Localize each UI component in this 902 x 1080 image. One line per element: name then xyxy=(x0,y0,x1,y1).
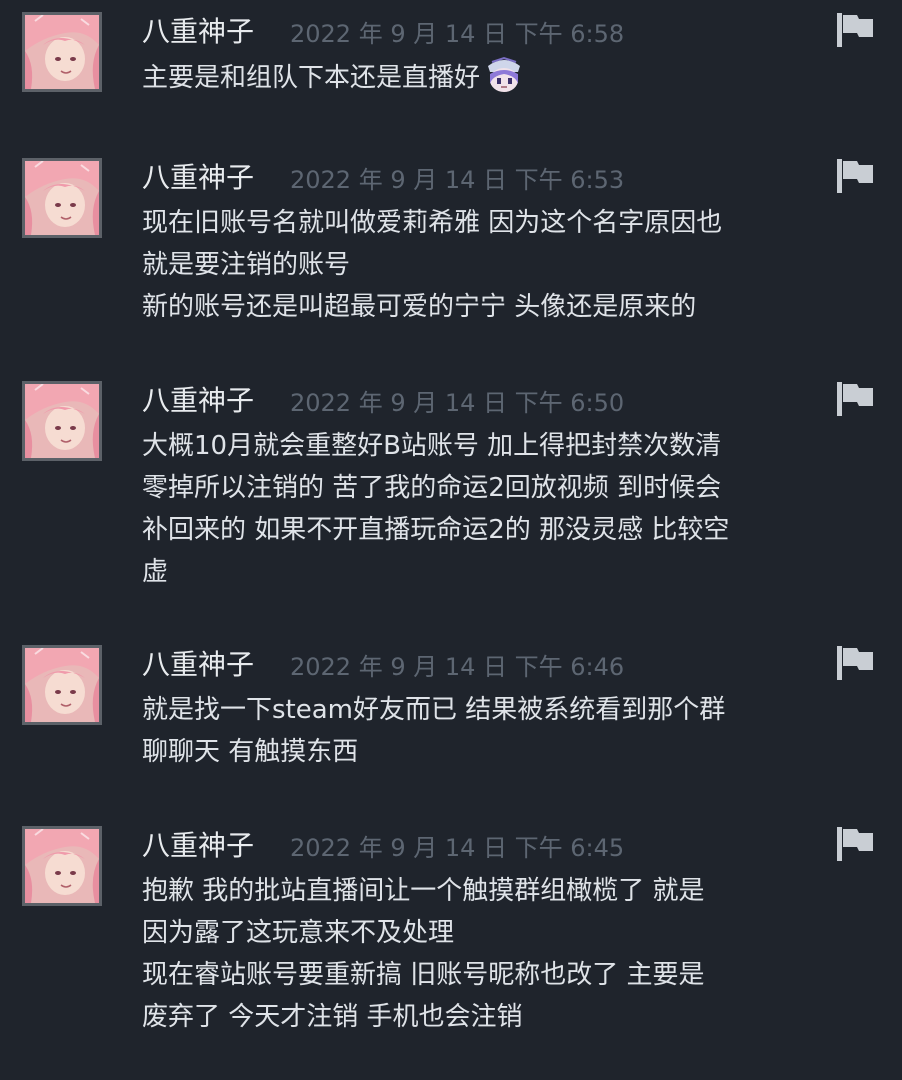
timestamp: 2022 年 9 月 14 日 下午 6:58 xyxy=(290,20,625,48)
comment-line: 聊聊天 有触摸东西 xyxy=(142,737,359,767)
flag-icon xyxy=(837,159,873,193)
anime-avatar-icon xyxy=(25,161,99,235)
timestamp: 2022 年 9 月 14 日 下午 6:53 xyxy=(290,166,625,194)
comment-line: 零掉所以注销的 苦了我的命运2回放视频 到时候会 xyxy=(142,473,722,503)
emoticon-icon xyxy=(488,56,521,92)
timestamp: 2022 年 9 月 14 日 下午 6:45 xyxy=(290,834,625,862)
comment-line: 现在旧账号名就叫做爱莉希雅 因为这个名字原因也 xyxy=(142,208,723,238)
comment-line: 因为露了这玩意来不及处理 xyxy=(142,918,455,948)
flag-icon xyxy=(837,827,873,861)
anime-avatar-icon xyxy=(25,15,99,89)
comment-line: 就是要注销的账号 xyxy=(142,250,351,280)
flag-icon xyxy=(837,13,873,47)
comment-line: 现在睿站账号要重新搞 旧账号昵称也改了 主要是 xyxy=(142,960,705,990)
flag-icon xyxy=(837,382,873,416)
author-name[interactable]: 八重神子 xyxy=(142,160,254,196)
avatar[interactable] xyxy=(22,645,102,725)
comment-line: 主要是和组队下本还是直播好 xyxy=(142,56,832,99)
anime-avatar-icon xyxy=(25,829,99,903)
author-name[interactable]: 八重神子 xyxy=(142,14,254,50)
comment-line: 补回来的 如果不开直播玩命运2的 那没灵感 比较空 xyxy=(142,515,730,545)
timestamp: 2022 年 9 月 14 日 下午 6:46 xyxy=(290,653,625,681)
flag-icon xyxy=(837,646,873,680)
comment-line: 抱歉 我的批站直播间让一个触摸群组橄榄了 就是 xyxy=(142,876,705,906)
comment-line: 新的账号还是叫超最可爱的宁宁 头像还是原来的 xyxy=(142,292,697,322)
comment-text: 就是找一下steam好友而已 结果被系统看到那个群 聊聊天 有触摸东西 xyxy=(142,689,832,773)
comment-line: 大概10月就会重整好B站账号 加上得把封禁次数清 xyxy=(142,431,722,461)
comment-text: 大概10月就会重整好B站账号 加上得把封禁次数清 零掉所以注销的 苦了我的命运2… xyxy=(142,425,832,593)
comment-line: 废弃了 今天才注销 手机也会注销 xyxy=(142,1002,523,1032)
timestamp: 2022 年 9 月 14 日 下午 6:50 xyxy=(290,389,625,417)
anime-avatar-icon xyxy=(25,648,99,722)
avatar[interactable] xyxy=(22,158,102,238)
comment-text: 主要是和组队下本还是直播好 xyxy=(142,56,832,99)
avatar[interactable] xyxy=(22,826,102,906)
report-button[interactable] xyxy=(835,645,875,681)
author-name[interactable]: 八重神子 xyxy=(142,383,254,419)
report-button[interactable] xyxy=(835,381,875,417)
comment-text: 现在旧账号名就叫做爱莉希雅 因为这个名字原因也 就是要注销的账号 新的账号还是叫… xyxy=(142,202,832,328)
anime-avatar-icon xyxy=(25,384,99,458)
comment-line: 就是找一下steam好友而已 结果被系统看到那个群 xyxy=(142,695,726,725)
avatar[interactable] xyxy=(22,12,102,92)
comment-feed: 八重神子 2022 年 9 月 14 日 下午 6:58 主要是和组队下本还是直… xyxy=(0,0,902,1080)
author-name[interactable]: 八重神子 xyxy=(142,647,254,683)
comment-line: 虚 xyxy=(142,557,169,587)
report-button[interactable] xyxy=(835,12,875,48)
author-name[interactable]: 八重神子 xyxy=(142,828,254,864)
report-button[interactable] xyxy=(835,826,875,862)
comment-text: 抱歉 我的批站直播间让一个触摸群组橄榄了 就是 因为露了这玩意来不及处理 现在睿… xyxy=(142,870,832,1038)
report-button[interactable] xyxy=(835,158,875,194)
avatar[interactable] xyxy=(22,381,102,461)
